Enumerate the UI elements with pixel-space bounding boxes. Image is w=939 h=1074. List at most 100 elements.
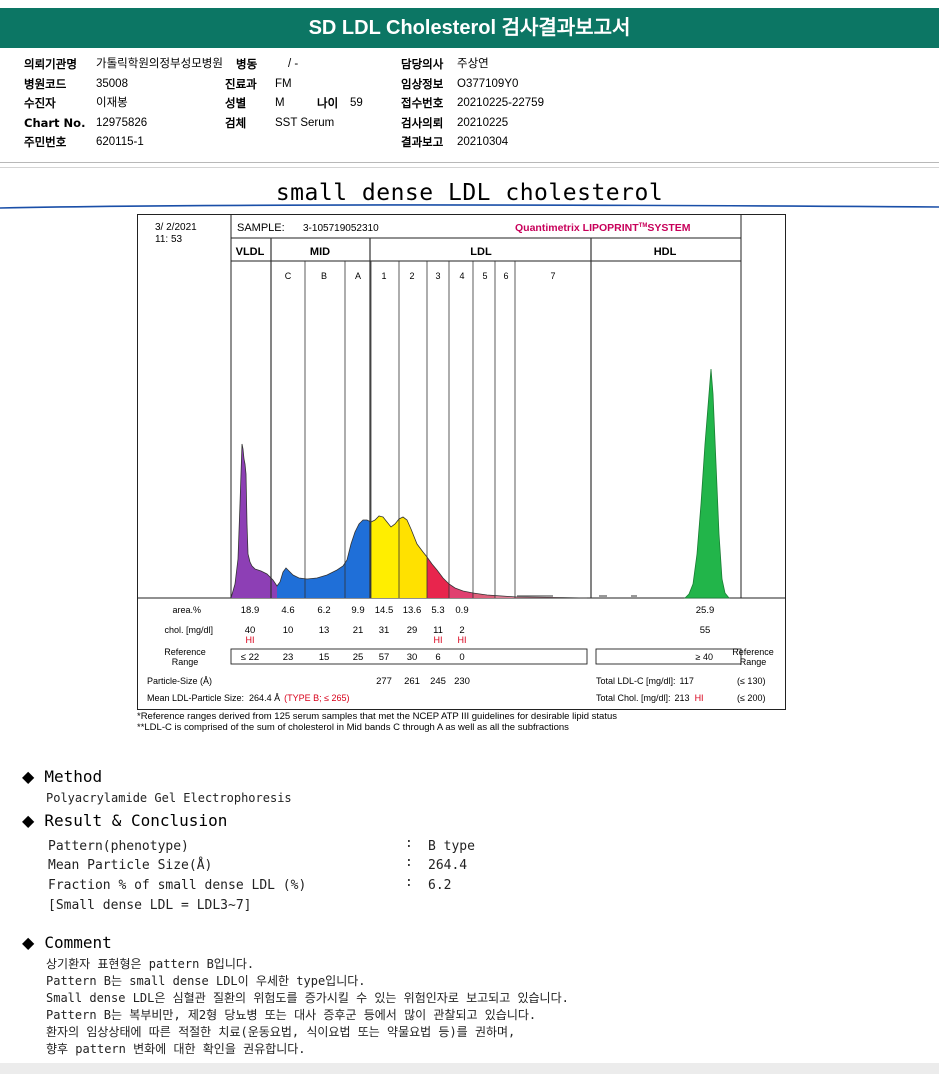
subtitle-underline (0, 204, 939, 209)
section-divider (0, 167, 939, 168)
result-colon-3: : (405, 875, 413, 890)
ref-value: 57 (379, 652, 390, 663)
area-value: 0.9 (455, 605, 468, 616)
chart-footnotes: *Reference ranges derived from 125 serum… (137, 711, 617, 733)
ldl1-peak (371, 516, 399, 598)
chol-value: 13 (319, 625, 330, 636)
diamond-icon: ◆ (22, 767, 35, 786)
result-key-3: Fraction % of small dense LDL (%) (48, 878, 307, 893)
row-label-area: area.% (172, 605, 201, 615)
group-label-mid: MID (310, 246, 330, 258)
age-label: 나이 (317, 96, 339, 110)
chol-value: 29 (407, 625, 418, 636)
chol-flag: HI (458, 635, 467, 645)
table-values: 18.9 4.6 6.2 9.9 14.5 13.6 5.3 0.9 25.940 10 13 21 3… (241, 605, 715, 687)
info-label: 병원코드 (24, 76, 67, 91)
result-colon-2: : (405, 855, 413, 870)
method-title: Method (44, 767, 103, 786)
ldl3-peak (427, 557, 449, 598)
info-label: Chart No. (24, 115, 86, 130)
result-title: Result & Conclusion (44, 811, 228, 830)
total-ldl-ref: (≤ 130) (737, 676, 765, 686)
comment-title: Comment (44, 933, 112, 952)
area-value: 6.2 (317, 605, 330, 616)
result-value-3: 6.2 (428, 878, 452, 893)
result-value-1: B type (428, 839, 475, 854)
info-column-2: 병동 / - 진료과 FM 성별 M 나이 59 검체 SST Serum (225, 55, 363, 133)
group-label-hdl: HDL (654, 246, 677, 258)
result-key-2: Mean Particle Size(Å) (48, 858, 213, 873)
group-label-vldl: VLDL (236, 246, 265, 258)
area-value: 9.9 (351, 605, 364, 616)
total-chol-ref: (≤ 200) (737, 693, 765, 703)
row-label-ref-2: Range (172, 657, 199, 667)
band-label-3: 3 (435, 271, 440, 281)
total-chol-label: Total Chol. [mg/dl]: (596, 693, 671, 703)
info-value: O377109Y0 (457, 77, 519, 90)
sample-label: SAMPLE: (237, 222, 285, 234)
area-value: 13.6 (403, 605, 422, 616)
band-label-c: C (285, 271, 292, 281)
comment-line-1: 상기환자 표현형은 pattern B입니다. (46, 957, 255, 971)
hdl-ref-value: ≥ 40 (696, 652, 713, 662)
info-value: 20210225 (457, 116, 509, 129)
chol-value: 21 (353, 625, 364, 636)
mid-a-peak (345, 520, 371, 598)
comment-line-6: 향후 pattern 변화에 대한 확인을 권유합니다. (46, 1042, 306, 1056)
ref-value: ≤ 22 (241, 652, 259, 663)
info-label: 의뢰기관명 (24, 57, 77, 71)
area-value: 25.9 (696, 605, 715, 616)
area-value: 14.5 (375, 605, 394, 616)
specimen-value: SST Serum (275, 116, 335, 129)
particle-size-value: 277 (376, 676, 392, 687)
row-label-psize: Particle-Size (Å) (147, 676, 212, 686)
hdl-ref-label-1: Reference (732, 647, 774, 657)
mean-type: (TYPE B; ≤ 265) (284, 693, 349, 703)
dept-label: 진료과 (225, 76, 257, 91)
band-label-5: 5 (482, 271, 487, 281)
band-label-1: 1 (381, 271, 386, 281)
info-label: 수진자 (24, 96, 56, 110)
chol-flag: HI (246, 635, 255, 645)
info-value: 35008 (96, 77, 128, 90)
total-chol-flag: HI (695, 693, 704, 703)
area-value: 4.6 (281, 605, 294, 616)
info-value: 20210225-22759 (457, 97, 544, 109)
info-value: 주상연 (457, 58, 489, 70)
total-chol: Total Chol. [mg/dl]: 213 HI (596, 693, 704, 703)
ward-label: 병동 (236, 57, 258, 71)
band-label-b: B (321, 271, 327, 281)
ref-range-box-hdl (595, 648, 742, 665)
info-column-3: 담당의사 주상연 임상정보 O377109Y0 접수번호 20210225-22759… (401, 55, 544, 153)
method-heading: ◆ Method (22, 767, 102, 786)
row-label-chol: chol. [mg/dl] (164, 625, 213, 635)
band-label-6: 6 (503, 271, 508, 281)
chol-value: 10 (283, 625, 294, 636)
result-heading: ◆ Result & Conclusion (22, 811, 227, 830)
total-ldl: Total LDL-C [mg/dl]: 117 (596, 676, 694, 686)
mean-size-value: 264.4 Å (249, 693, 280, 703)
chol-flag: HI (434, 635, 443, 645)
lipoprint-svg: 3/ 2/2021 11: 53 SAMPLE: 3-105719052310 … (137, 214, 786, 710)
info-label: 주민번호 (24, 135, 67, 149)
specimen-label: 검체 (225, 115, 247, 130)
brand-tm: TM (639, 223, 648, 229)
ref-value: 6 (435, 652, 440, 663)
comment-line-2: Pattern B는 small dense LDL이 우세한 type입니다. (46, 974, 366, 988)
ref-value: 15 (319, 652, 330, 663)
info-label: 접수번호 (401, 96, 444, 110)
row-label-ref-1: Reference (164, 647, 206, 657)
band-label-2: 2 (409, 271, 414, 281)
info-value: 620115-1 (96, 136, 144, 148)
footnote-1: *Reference ranges derived from 125 serum… (137, 711, 617, 722)
info-value: 12975826 (96, 116, 148, 129)
ward-value: / - (288, 58, 299, 70)
hdl-peak (684, 368, 730, 599)
comment-heading: ◆ Comment (22, 933, 112, 952)
chart-time: 11: 53 (155, 234, 182, 245)
particle-size-value: 230 (454, 676, 470, 687)
page-bottom-band (0, 1063, 939, 1074)
diamond-icon: ◆ (22, 811, 35, 830)
info-value: 20210304 (457, 136, 509, 148)
info-column-1: 의뢰기관명 가톨릭학원의정부성모병원 병원코드 35008 수진자 이재봉 Chart… (24, 55, 223, 153)
